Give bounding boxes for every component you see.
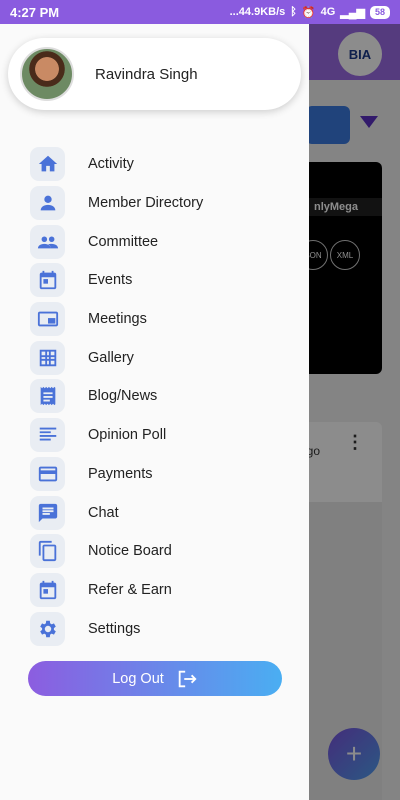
menu-item-label: Payments bbox=[88, 465, 153, 482]
menu-item-label: Opinion Poll bbox=[88, 427, 167, 444]
signal-icon: ▂▄▆ bbox=[340, 6, 365, 19]
status-indicators: ...44.9KB/s ᛒ ⏰ 4G ▂▄▆ 58 bbox=[229, 5, 390, 19]
menu-item-label: Refer & Earn bbox=[88, 581, 172, 598]
logout-label: Log Out bbox=[112, 670, 164, 687]
menu-item-opinion-poll[interactable]: Opinion Poll bbox=[0, 416, 309, 455]
battery-icon: 58 bbox=[369, 5, 390, 19]
menu-item-label: Settings bbox=[88, 620, 141, 637]
menu-item-refer-earn[interactable]: Refer & Earn bbox=[0, 571, 309, 610]
menu-item-label: Chat bbox=[88, 504, 119, 521]
status-bar: 4:27 PM ...44.9KB/s ᛒ ⏰ 4G ▂▄▆ 58 bbox=[0, 0, 400, 24]
avatar bbox=[20, 47, 74, 101]
menu-item-label: Events bbox=[88, 272, 133, 289]
menu-item-chat[interactable]: Chat bbox=[0, 493, 309, 532]
navigation-drawer: Ravindra Singh Activity Member Directory… bbox=[0, 24, 309, 800]
gear-icon bbox=[30, 611, 65, 646]
menu-item-blog-news[interactable]: Blog/News bbox=[0, 377, 309, 416]
group-icon bbox=[30, 224, 65, 259]
grid-icon bbox=[30, 340, 65, 375]
calendar-icon bbox=[30, 572, 65, 607]
menu-item-label: Blog/News bbox=[88, 388, 158, 405]
menu-item-label: Activity bbox=[88, 156, 134, 173]
menu-item-settings[interactable]: Settings bbox=[0, 609, 309, 648]
home-icon bbox=[30, 147, 65, 182]
copy-icon bbox=[30, 534, 65, 569]
menu-item-label: Gallery bbox=[88, 349, 134, 366]
alarm-icon: ⏰ bbox=[301, 6, 316, 19]
menu-item-label: Meetings bbox=[88, 311, 147, 328]
menu-item-member-directory[interactable]: Member Directory bbox=[0, 184, 309, 223]
bluetooth-icon: ᛒ bbox=[290, 6, 297, 18]
chat-icon bbox=[30, 495, 65, 530]
person-icon bbox=[30, 186, 65, 221]
menu-item-label: Member Directory bbox=[88, 195, 204, 212]
menu-item-gallery[interactable]: Gallery bbox=[0, 338, 309, 377]
user-name: Ravindra Singh bbox=[95, 65, 198, 83]
menu-item-events[interactable]: Events bbox=[0, 261, 309, 300]
drawer-menu: Activity Member Directory Committee Even… bbox=[0, 145, 309, 648]
network-speed: ...44.9KB/s bbox=[229, 6, 286, 18]
menu-item-notice-board[interactable]: Notice Board bbox=[0, 532, 309, 571]
logout-icon bbox=[176, 668, 198, 690]
card-icon bbox=[30, 456, 65, 491]
menu-item-activity[interactable]: Activity bbox=[0, 145, 309, 184]
status-time: 4:27 PM bbox=[10, 4, 60, 20]
receipt-icon bbox=[30, 379, 65, 414]
menu-item-payments[interactable]: Payments bbox=[0, 455, 309, 494]
meeting-icon bbox=[30, 302, 65, 337]
profile-card[interactable]: Ravindra Singh bbox=[8, 38, 301, 110]
menu-item-label: Notice Board bbox=[88, 543, 172, 560]
calendar-icon bbox=[30, 263, 65, 298]
menu-item-committee[interactable]: Committee bbox=[0, 222, 309, 261]
logout-button[interactable]: Log Out bbox=[28, 661, 282, 696]
network-type: 4G bbox=[320, 6, 336, 18]
menu-item-meetings[interactable]: Meetings bbox=[0, 300, 309, 339]
menu-item-label: Committee bbox=[88, 233, 159, 250]
poll-lines-icon bbox=[30, 418, 65, 453]
